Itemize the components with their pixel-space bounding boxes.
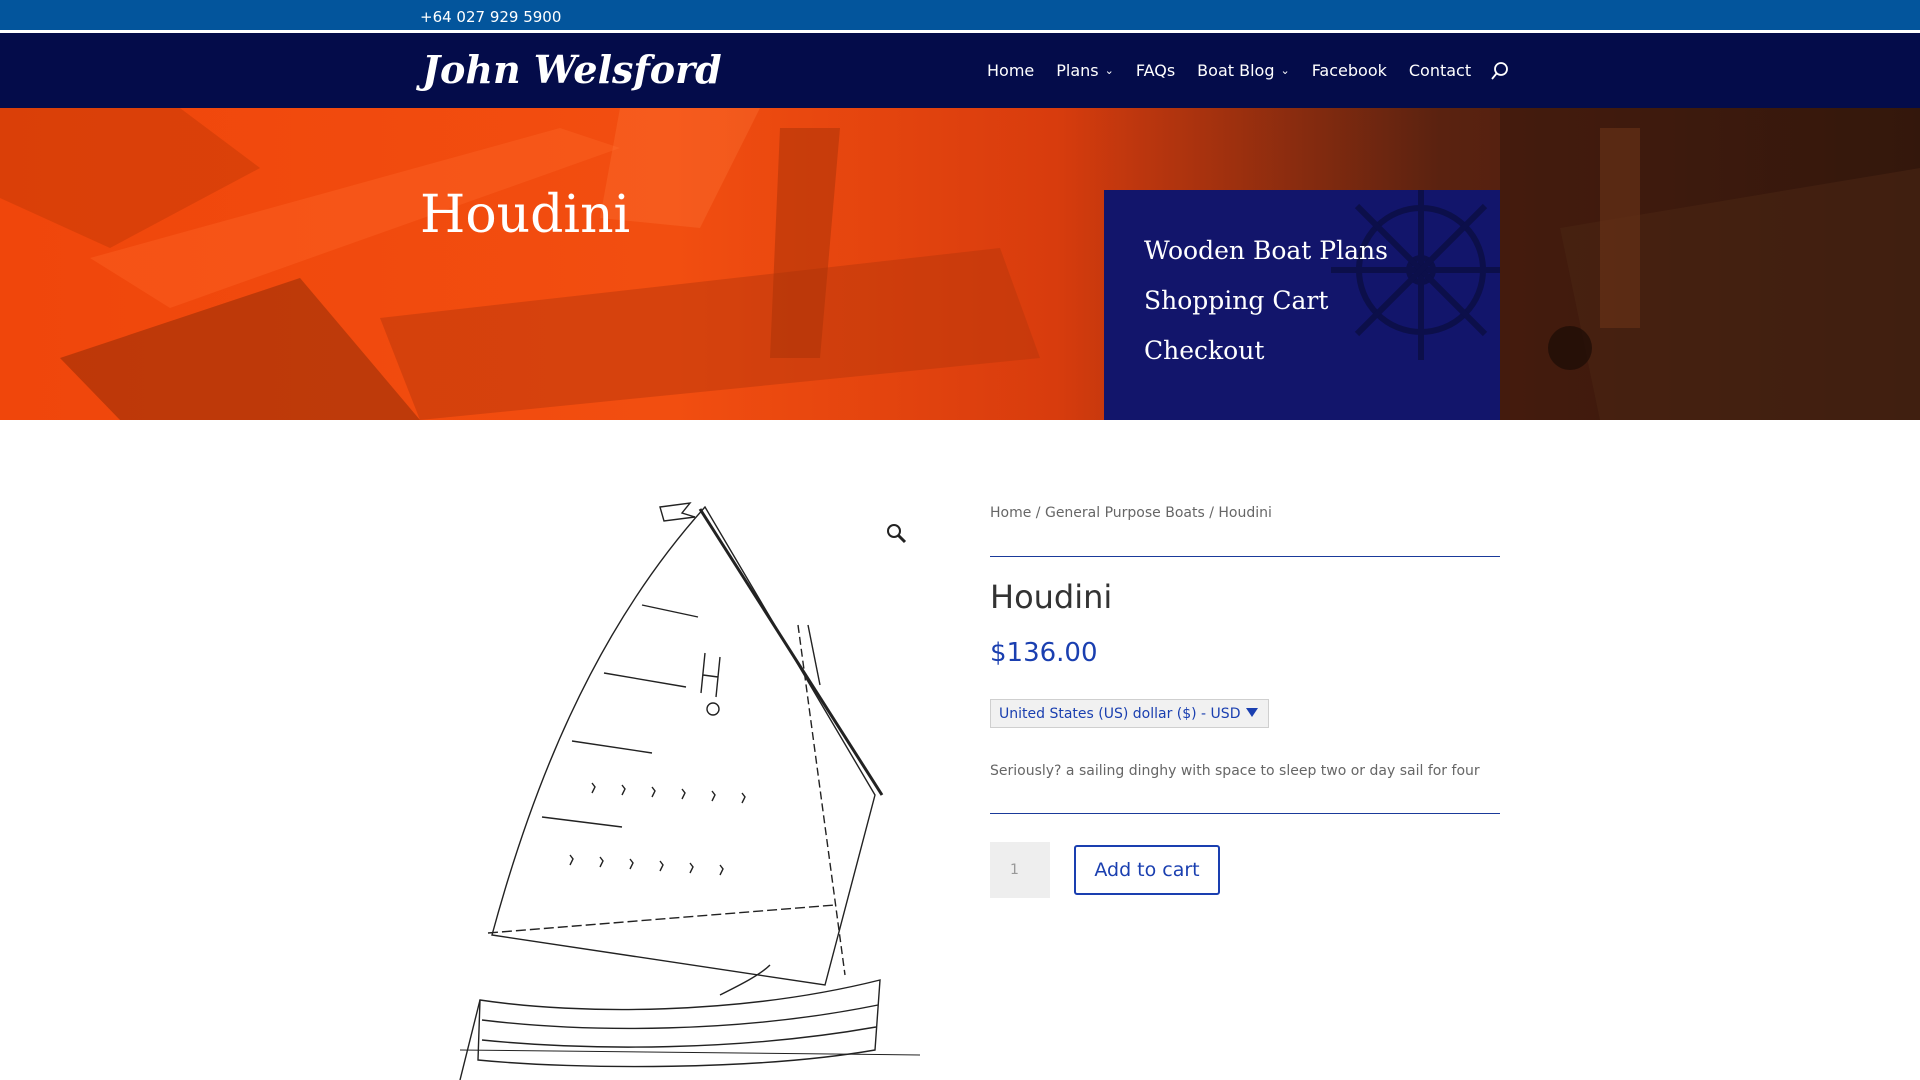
- breadcrumb: Home / General Purpose Boats / Houdini: [990, 505, 1272, 521]
- nav-item-plans[interactable]: Plans ⌄: [1056, 61, 1114, 80]
- nav-label: Contact: [1408, 61, 1472, 80]
- currency-select[interactable]: United States (US) dollar ($) - USD: [990, 699, 1269, 728]
- breadcrumb-category[interactable]: General Purpose Boats: [1045, 505, 1205, 521]
- divider: [990, 556, 1500, 557]
- top-bar: +64 027 929 5900: [0, 0, 1920, 33]
- nav-label: Facebook: [1311, 61, 1387, 80]
- search-icon[interactable]: [1489, 60, 1511, 82]
- divider: [990, 813, 1500, 814]
- product-title: Houdini: [990, 578, 1113, 616]
- nav-item-faqs[interactable]: FAQs: [1136, 61, 1175, 80]
- main-nav: Home Plans ⌄ FAQs Boat Blog ⌄ Facebook C…: [987, 33, 1511, 108]
- hero-banner: Houdini Wooden Boat Plans Shopping Cart …: [0, 108, 1920, 420]
- ship-wheel-icon: [1331, 190, 1500, 360]
- product-price: $136.00: [990, 638, 1098, 668]
- breadcrumb-current: Houdini: [1218, 505, 1272, 521]
- phone-number[interactable]: +64 027 929 5900: [420, 8, 561, 26]
- product-description: Seriously? a sailing dinghy with space t…: [990, 763, 1480, 779]
- chevron-down-icon: ⌄: [1104, 64, 1114, 77]
- breadcrumb-separator: /: [1204, 505, 1219, 521]
- nav-label: Plans: [1056, 61, 1099, 80]
- nav-item-contact[interactable]: Contact: [1409, 61, 1471, 80]
- nav-item-facebook[interactable]: Facebook: [1312, 61, 1387, 80]
- quantity-input[interactable]: [990, 842, 1050, 898]
- zoom-icon[interactable]: [885, 522, 907, 544]
- breadcrumb-home[interactable]: Home: [990, 505, 1031, 521]
- page-title: Houdini: [420, 185, 631, 245]
- add-to-cart-button[interactable]: Add to cart: [1074, 845, 1220, 895]
- nav-label: Home: [987, 61, 1035, 80]
- dropdown-arrow-icon: [1246, 708, 1258, 717]
- nav-label: FAQs: [1135, 61, 1176, 80]
- hero-background-image: [0, 108, 1920, 420]
- site-logo[interactable]: John Welsford: [422, 47, 722, 93]
- chevron-down-icon: ⌄: [1280, 64, 1290, 77]
- product-image[interactable]: [420, 495, 930, 1080]
- sailboat-drawing: [459, 502, 921, 1080]
- site-header: John Welsford Home Plans ⌄ FAQs Boat Blo…: [0, 33, 1920, 108]
- sidebar-link-wooden-boat-plans[interactable]: Wooden Boat Plans: [1144, 236, 1388, 265]
- nav-label: Boat Blog: [1197, 61, 1275, 80]
- currency-selected-value: United States (US) dollar ($) - USD: [999, 706, 1241, 722]
- sidebar-links-box: Wooden Boat Plans Shopping Cart Checkout: [1104, 190, 1500, 420]
- nav-item-boat-blog[interactable]: Boat Blog ⌄: [1197, 61, 1290, 80]
- sidebar-link-checkout[interactable]: Checkout: [1144, 336, 1264, 365]
- breadcrumb-separator: /: [1031, 505, 1045, 521]
- nav-item-home[interactable]: Home: [987, 61, 1034, 80]
- sidebar-link-shopping-cart[interactable]: Shopping Cart: [1144, 286, 1328, 315]
